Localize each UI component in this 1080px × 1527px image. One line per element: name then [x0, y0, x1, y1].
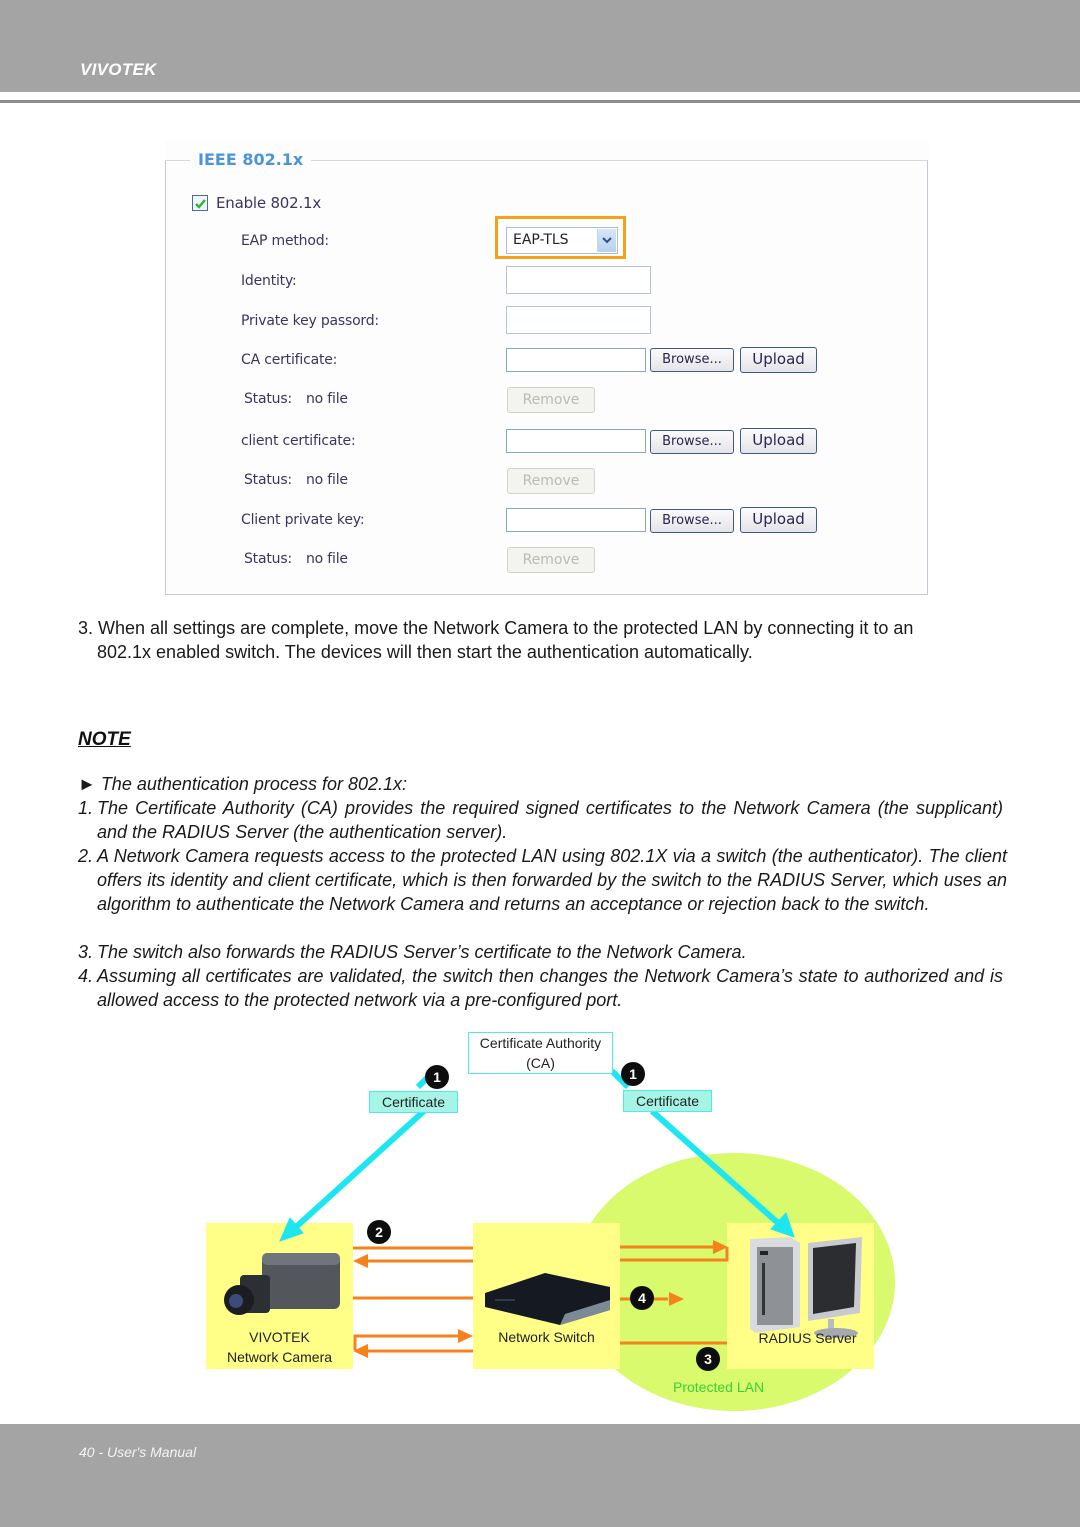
note-item-3-number: 3. [78, 942, 94, 962]
ca-certificate-upload-button[interactable]: Upload [740, 347, 817, 373]
camera-to-switch-identity [353, 1334, 460, 1350]
client-private-key-upload-button[interactable]: Upload [740, 507, 817, 533]
step-badge-1-right: 1 [621, 1062, 645, 1086]
note-intro: ► The authentication process for 802.1x: [78, 774, 408, 794]
certificate-label-left: Certificate [369, 1091, 458, 1113]
page-number-label: 40 - User's Manual [79, 1444, 197, 1460]
identity-input[interactable] [506, 266, 651, 294]
ca-certificate-browse-button[interactable]: Browse... [650, 348, 734, 372]
eap-method-value: EAP-TLS [513, 232, 569, 248]
client-certificate-status-value: no file [306, 472, 348, 488]
step-badge-2: 2 [367, 1220, 391, 1244]
note-item-2-number: 2. [78, 846, 94, 866]
certificate-authority-box: Certificate Authority (CA) [468, 1032, 613, 1074]
step3-line2: 802.1x enabled switch. The devices will … [97, 642, 753, 662]
section-title: IEEE 802.1x [190, 150, 312, 169]
dropdown-arrow[interactable] [597, 229, 616, 252]
identity-label: Identity: [241, 273, 297, 289]
eap-method-label: EAP method: [241, 233, 329, 249]
enable-8021x-label: Enable 802.1x [216, 194, 322, 212]
ca-certificate-file-input[interactable] [506, 348, 646, 372]
ca-certificate-label: CA certificate: [241, 352, 338, 368]
note-item-1-text: The Certificate Authority (CA) provides … [97, 798, 1003, 842]
client-private-key-status-label: Status: [244, 551, 292, 567]
private-key-password-label: Private key passord: [241, 313, 379, 329]
client-private-key-browse-button[interactable]: Browse... [650, 509, 734, 533]
diagram-connectors [224, 1068, 862, 1358]
page-footer: 40 - User's Manual [0, 1424, 1080, 1527]
eap-method-select[interactable]: EAP-TLS [506, 227, 618, 254]
certificate-label-right: Certificate [623, 1090, 712, 1112]
camera-label-line2: Network Camera [226, 1349, 333, 1365]
header-divider [0, 100, 1080, 103]
ca-certificate-status-label: Status: [244, 391, 292, 407]
step-badge-1-left: 1 [425, 1065, 449, 1089]
client-certificate-remove-button[interactable]: Remove [507, 468, 595, 494]
note-item-4-text: Assuming all certificates are validated,… [97, 966, 1003, 1010]
checkmark-icon [195, 199, 206, 209]
note-item-2-text: A Network Camera requests access to the … [97, 846, 1007, 914]
note-heading: NOTE [78, 729, 131, 750]
radius-server-label: RADIUS Server [758, 1330, 857, 1346]
note-item-4-number: 4. [78, 966, 94, 986]
ieee8021x-settings-panel: IEEE 802.1x Enable 802.1x EAP method: EA… [165, 140, 929, 596]
network-switch-icon [485, 1273, 610, 1325]
client-certificate-status-label: Status: [244, 472, 292, 488]
client-private-key-remove-button[interactable]: Remove [507, 547, 595, 573]
network-camera-label: VIVOTEK Network Camera [206, 1327, 353, 1367]
note-item-1-number: 1. [78, 798, 94, 818]
step-badge-3: 3 [696, 1347, 720, 1371]
note-item-3-text: The switch also forwards the RADIUS Serv… [97, 942, 747, 962]
server-to-switch-line [620, 1247, 729, 1262]
ca-label-line1: Certificate Authority [479, 1035, 602, 1051]
ca-label-line2: (CA) [526, 1055, 555, 1071]
private-key-password-input[interactable] [506, 306, 651, 334]
camera-label-line1: VIVOTEK [249, 1329, 310, 1345]
network-camera-icon [224, 1253, 340, 1315]
step-badge-4: 4 [630, 1286, 654, 1310]
radius-server-icon [750, 1237, 862, 1338]
authentication-diagram: Certificate Authority (CA) Certificate C… [0, 1025, 1080, 1425]
protected-lan-label: Protected LAN [673, 1379, 765, 1395]
client-certificate-file-input[interactable] [506, 429, 646, 453]
client-certificate-upload-button[interactable]: Upload [740, 428, 817, 454]
client-private-key-file-input[interactable] [506, 508, 646, 532]
brand-logo-text: VIVOTEK [80, 60, 157, 79]
client-certificate-label: client certificate: [241, 433, 356, 449]
chevron-down-icon [602, 237, 612, 244]
network-switch-label: Network Switch [498, 1329, 595, 1345]
client-private-key-label: Client private key: [241, 512, 365, 528]
step3-line1: 3. When all settings are complete, move … [78, 618, 914, 638]
page-header: VIVOTEK [0, 0, 1080, 92]
ca-certificate-status-value: no file [306, 391, 348, 407]
ca-certificate-remove-button[interactable]: Remove [507, 387, 595, 413]
client-private-key-status-value: no file [306, 551, 348, 567]
client-certificate-browse-button[interactable]: Browse... [650, 430, 734, 454]
enable-8021x-checkbox[interactable] [192, 195, 208, 211]
